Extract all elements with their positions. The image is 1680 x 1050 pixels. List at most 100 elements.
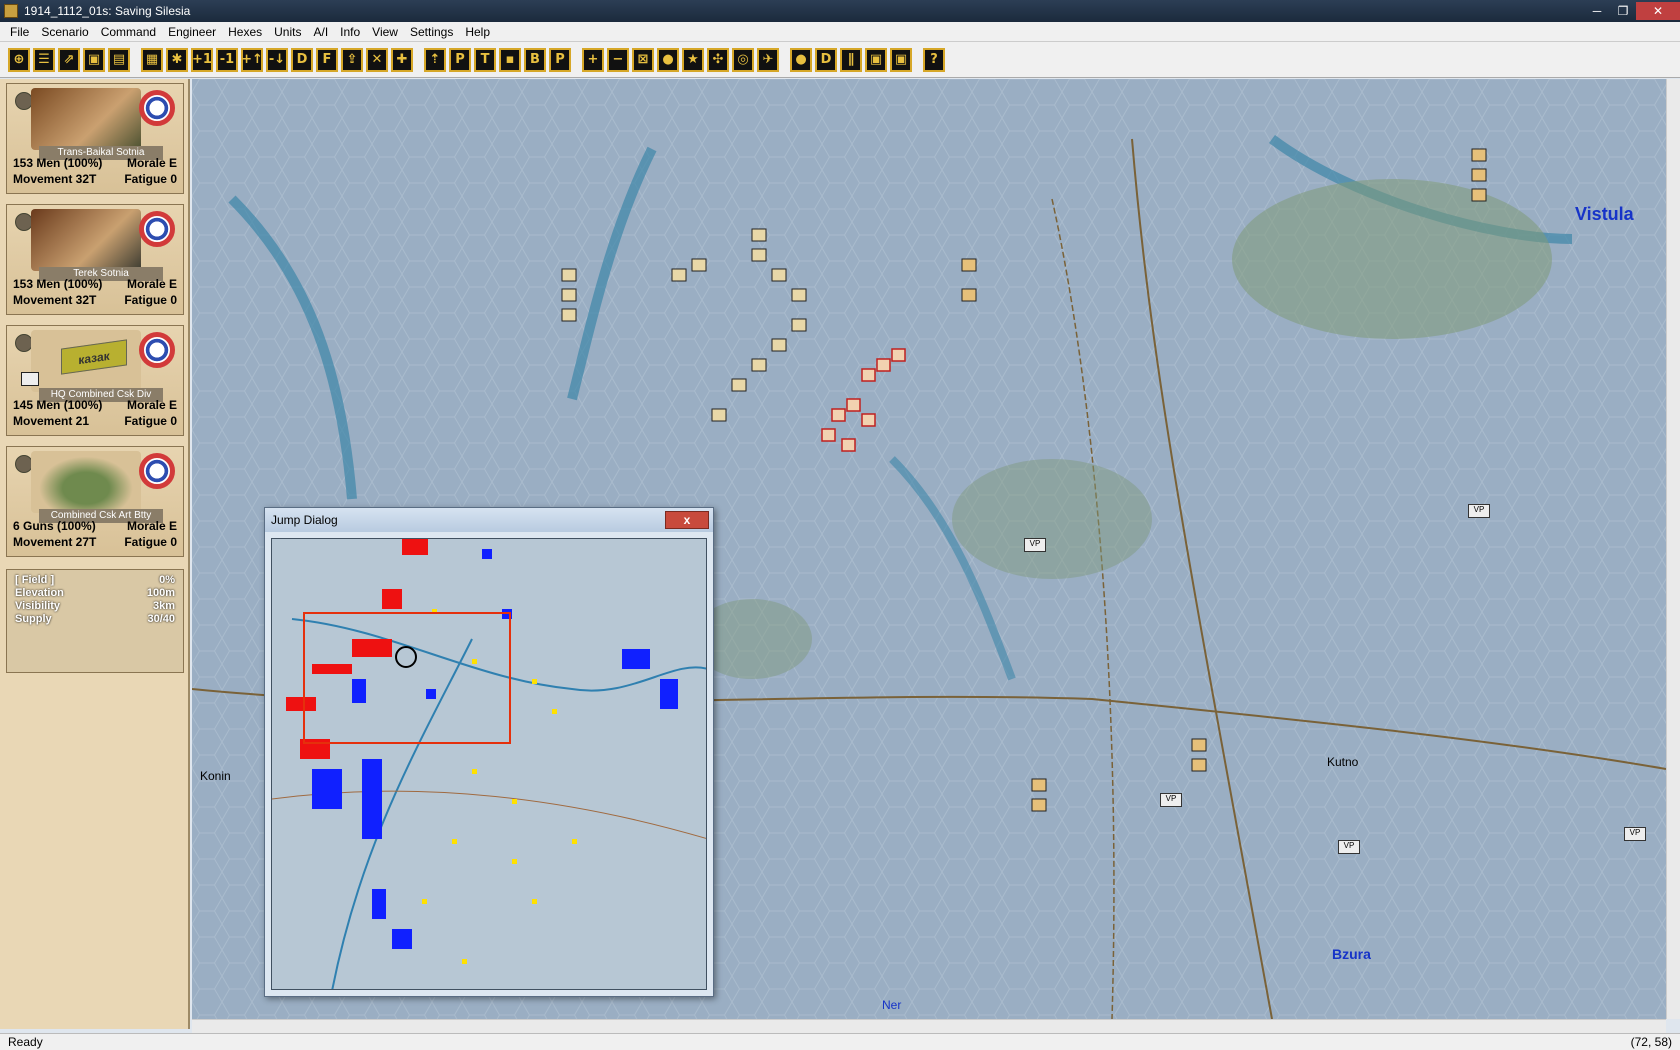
toolbar-button-1[interactable]: ⊕ — [8, 47, 30, 72]
hex-visibility-value: 3km — [152, 600, 175, 612]
toolbar-button-35[interactable]: ▣ — [890, 47, 912, 72]
toolbar-button-10[interactable]: +↑ — [241, 47, 263, 72]
maximize-button[interactable]: ❐ — [1610, 2, 1636, 20]
unit-morale: Morale E — [126, 519, 177, 533]
vp-marker[interactable]: VP — [1624, 827, 1646, 841]
vp-marker[interactable]: VP — [1024, 538, 1046, 552]
toolbar-button-8[interactable]: +1 — [191, 47, 213, 72]
toolbar-button-5[interactable]: ▤ — [108, 47, 130, 72]
unit-fatigue: Fatigue 0 — [124, 535, 177, 549]
toolbar-button-16[interactable]: ✚ — [391, 47, 413, 72]
map-label-ner: Ner — [882, 998, 902, 1012]
map-label-kutno: Kutno — [1327, 755, 1359, 769]
unit-morale: Morale E — [126, 277, 177, 291]
jump-dialog-close-button[interactable]: x — [665, 511, 709, 529]
banner-text: казак — [61, 339, 127, 375]
toolbar-button-25[interactable]: ⊠ — [632, 47, 654, 72]
vp-marker[interactable]: VP — [1468, 504, 1490, 518]
toolbar-button-31[interactable]: ● — [790, 47, 812, 72]
toolbar-button-21[interactable]: B — [524, 47, 546, 72]
app-icon — [4, 4, 18, 18]
toolbar-button-33[interactable]: ∥ — [840, 47, 862, 72]
hex-terrain-value: 0% — [159, 574, 175, 586]
toolbar-button-6[interactable]: ▦ — [141, 47, 163, 72]
toolbar-button-15[interactable]: ✕ — [366, 47, 388, 72]
menu-info[interactable]: Info — [334, 25, 366, 39]
menu-settings[interactable]: Settings — [404, 25, 459, 39]
unit-movement: Movement 27T — [13, 535, 97, 549]
toolbar-button-3[interactable]: ⇗ — [58, 47, 80, 72]
menu-engineer[interactable]: Engineer — [162, 25, 222, 39]
jump-dialog-title: Jump Dialog — [271, 513, 338, 527]
menu-file[interactable]: File — [4, 25, 35, 39]
toolbar-button-22[interactable]: P — [549, 47, 571, 72]
unit-strength: 145 Men (100%) — [13, 398, 103, 412]
toolbar-button-14[interactable]: ⇪ — [341, 47, 363, 72]
map-label-bzura: Bzura — [1332, 946, 1371, 962]
unit-card[interactable]: Combined Csk Art Btty 6 Guns (100%) Mora… — [6, 446, 184, 557]
toolbar-button-36[interactable]: ? — [923, 47, 945, 72]
map-label-vistula: Vistula — [1575, 204, 1634, 224]
unit-strength: 6 Guns (100%) — [13, 519, 96, 533]
toolbar-button-26[interactable]: ● — [657, 47, 679, 72]
toolbar-button-13[interactable]: F — [316, 47, 338, 72]
toolbar-button-34[interactable]: ▣ — [865, 47, 887, 72]
menu-view[interactable]: View — [366, 25, 404, 39]
menu-scenario[interactable]: Scenario — [35, 25, 94, 39]
jump-dialog[interactable]: Jump Dialog x — [264, 507, 714, 997]
unit-fatigue: Fatigue 0 — [124, 293, 177, 307]
toolbar-button-2[interactable]: ☰ — [33, 47, 55, 72]
unit-morale: Morale E — [126, 156, 177, 170]
toolbar-button-28[interactable]: ✣ — [707, 47, 729, 72]
toolbar-button-17[interactable]: ⇡ — [424, 47, 446, 72]
toolbar-button-23[interactable]: + — [582, 47, 604, 72]
minimap[interactable] — [271, 538, 707, 990]
hex-supply-value: 30/40 — [147, 613, 175, 625]
toolbar-button-9[interactable]: -1 — [216, 47, 238, 72]
toolbar-button-29[interactable]: ◎ — [732, 47, 754, 72]
hex-visibility-label: Visibility — [15, 600, 61, 612]
toolbar-button-11[interactable]: -↓ — [266, 47, 288, 72]
toolbar-button-24[interactable]: − — [607, 47, 629, 72]
close-button[interactable]: ✕ — [1636, 2, 1680, 20]
menu-ai[interactable]: A/I — [307, 25, 334, 39]
toolbar-button-18[interactable]: P — [449, 47, 471, 72]
cavalry-portrait-icon — [31, 209, 141, 271]
russian-roundel-icon — [139, 332, 175, 368]
hex-elevation-label: Elevation — [15, 587, 64, 599]
toolbar-button-27[interactable]: ★ — [682, 47, 704, 72]
menu-command[interactable]: Command — [95, 25, 162, 39]
menu-help[interactable]: Help — [459, 25, 496, 39]
unit-movement: Movement 32T — [13, 172, 97, 186]
minimap-canvas[interactable] — [272, 539, 707, 990]
unit-card[interactable]: Trans-Baikal Sotnia 153 Men (100%) Moral… — [6, 83, 184, 194]
title-bar: 1914_1112_01s: Saving Silesia ─ ❐ ✕ — [0, 0, 1680, 22]
map-label-konin: Konin — [200, 769, 231, 783]
artillery-portrait-icon — [31, 451, 141, 513]
cavalry-portrait-icon — [31, 88, 141, 150]
toolbar-button-30[interactable]: ✈ — [757, 47, 779, 72]
flag-portrait-icon: казак — [31, 330, 141, 392]
toolbar-button-4[interactable]: ▣ — [83, 47, 105, 72]
toolbar: ⊕ ☰ ⇗ ▣ ▤ ▦ ✱ +1 -1 +↑ -↓ D F ⇪ ✕ ✚ ⇡ P T ▪ B P + − ⊠ ● ★ ✣ ◎ ✈ ● D ∥ ▣ ▣? — [0, 42, 1680, 78]
jump-dialog-header: Jump Dialog x — [265, 508, 713, 532]
russian-roundel-icon — [139, 211, 175, 247]
status-bar: Ready (72, 58) — [0, 1033, 1680, 1050]
window-title: 1914_1112_01s: Saving Silesia — [24, 4, 191, 18]
unit-card[interactable]: казак HQ Combined Csk Div 145 Men (100%)… — [6, 325, 184, 436]
toolbar-button-12[interactable]: D — [291, 47, 313, 72]
toolbar-button-32[interactable]: D — [815, 47, 837, 72]
menu-hexes[interactable]: Hexes — [222, 25, 268, 39]
horizontal-scrollbar[interactable] — [192, 1019, 1666, 1033]
vp-marker[interactable]: VP — [1160, 793, 1182, 807]
toolbar-button-20[interactable]: ▪ — [499, 47, 521, 72]
cursor-coordinates: (72, 58) — [1630, 1035, 1672, 1049]
vertical-scrollbar[interactable] — [1666, 79, 1680, 1019]
menu-units[interactable]: Units — [268, 25, 307, 39]
minimize-button[interactable]: ─ — [1584, 2, 1610, 20]
menu-bar: File Scenario Command Engineer Hexes Uni… — [0, 22, 1680, 42]
toolbar-button-19[interactable]: T — [474, 47, 496, 72]
vp-marker[interactable]: VP — [1338, 840, 1360, 854]
unit-card[interactable]: Terek Sotnia 153 Men (100%) Morale E Mov… — [6, 204, 184, 315]
toolbar-button-7[interactable]: ✱ — [166, 47, 188, 72]
